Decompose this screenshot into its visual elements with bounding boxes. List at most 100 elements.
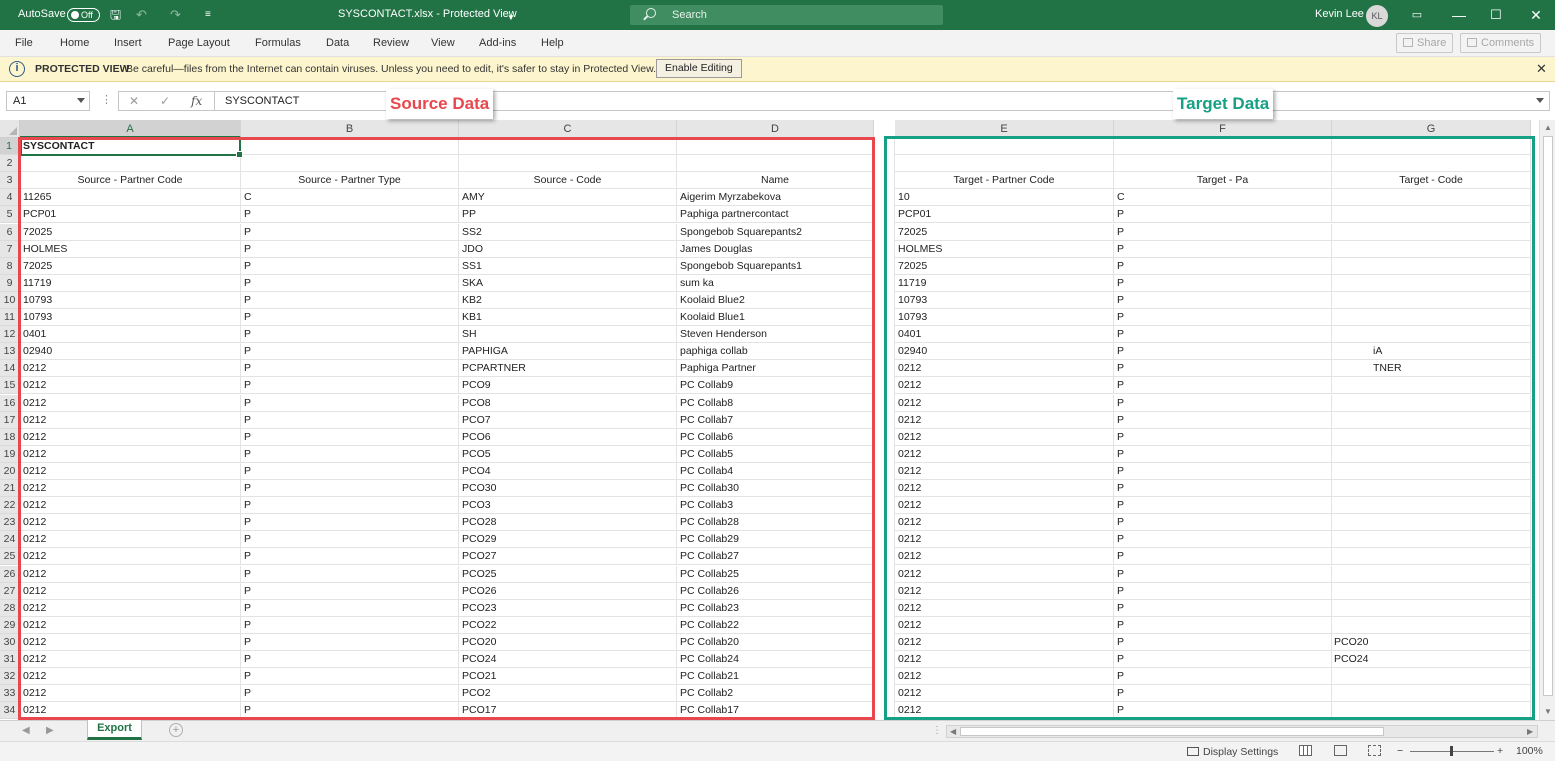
- table-cell[interactable]: PCO8: [459, 394, 677, 412]
- table-cell[interactable]: 0212: [20, 394, 241, 412]
- table-cell[interactable]: 0212: [20, 582, 241, 600]
- table-header-cell[interactable]: Target - Partner Code: [895, 172, 1114, 190]
- tab-page-layout[interactable]: Page Layout: [168, 37, 230, 49]
- table-cell[interactable]: Spongebob Squarepants1: [677, 257, 874, 275]
- page-layout-view-icon[interactable]: [1334, 745, 1347, 756]
- normal-view-icon[interactable]: [1299, 745, 1312, 756]
- table-cell[interactable]: P: [241, 326, 459, 344]
- table-header-cell[interactable]: Name: [677, 172, 874, 190]
- table-cell[interactable]: PCPARTNER: [459, 360, 677, 378]
- cell[interactable]: [1332, 138, 1531, 156]
- table-cell[interactable]: 0212: [20, 445, 241, 463]
- tab-review[interactable]: Review: [373, 37, 409, 49]
- table-cell[interactable]: P: [241, 411, 459, 429]
- table-cell[interactable]: 0212: [20, 565, 241, 583]
- table-cell[interactable]: 0212: [20, 497, 241, 515]
- table-cell[interactable]: Koolaid Blue2: [677, 291, 874, 309]
- table-cell[interactable]: PCP01: [895, 206, 1114, 224]
- table-cell[interactable]: PCO17: [459, 702, 677, 720]
- table-cell[interactable]: 0212: [20, 462, 241, 480]
- table-cell[interactable]: 0212: [895, 702, 1114, 720]
- table-cell[interactable]: PCO21: [459, 668, 677, 686]
- table-cell[interactable]: [1332, 685, 1531, 703]
- row-header[interactable]: 18: [0, 428, 20, 446]
- table-cell[interactable]: P: [241, 206, 459, 224]
- table-cell[interactable]: SS1: [459, 257, 677, 275]
- enable-editing-button[interactable]: Enable Editing: [656, 59, 742, 78]
- table-cell[interactable]: 72025: [895, 257, 1114, 275]
- table-cell[interactable]: James Douglas: [677, 240, 874, 258]
- table-cell[interactable]: PCO4: [459, 462, 677, 480]
- tab-help[interactable]: Help: [541, 37, 564, 49]
- enter-icon[interactable]: ✓: [160, 92, 170, 110]
- table-cell[interactable]: P: [241, 497, 459, 515]
- table-cell[interactable]: P: [241, 685, 459, 703]
- table-cell[interactable]: C: [1114, 189, 1332, 207]
- scroll-up-icon[interactable]: ▲: [1544, 123, 1552, 132]
- table-cell[interactable]: 0212: [20, 360, 241, 378]
- table-cell[interactable]: P: [1114, 531, 1332, 549]
- sheet-tab-export[interactable]: Export: [87, 720, 142, 740]
- table-cell[interactable]: paphiga collab: [677, 343, 874, 361]
- cell[interactable]: [1114, 138, 1332, 156]
- table-cell[interactable]: 10793: [20, 291, 241, 309]
- table-cell[interactable]: PC Collab20: [677, 633, 874, 651]
- table-cell[interactable]: 0212: [20, 599, 241, 617]
- close-icon[interactable]: ✕: [1526, 5, 1546, 25]
- table-cell[interactable]: 0212: [895, 497, 1114, 515]
- table-cell[interactable]: PC Collab7: [677, 411, 874, 429]
- table-cell[interactable]: [1332, 291, 1531, 309]
- table-cell[interactable]: P: [241, 668, 459, 686]
- table-cell[interactable]: [1332, 240, 1531, 258]
- table-cell[interactable]: Paphiga partnercontact: [677, 206, 874, 224]
- table-cell[interactable]: [1332, 257, 1531, 275]
- cell[interactable]: [20, 155, 241, 173]
- table-cell[interactable]: P: [1114, 257, 1332, 275]
- row-header[interactable]: 7: [0, 240, 20, 258]
- table-cell[interactable]: P: [1114, 668, 1332, 686]
- table-cell[interactable]: C: [241, 189, 459, 207]
- row-header[interactable]: 25: [0, 548, 20, 566]
- table-cell[interactable]: PC Collab25: [677, 565, 874, 583]
- cell[interactable]: [241, 155, 459, 173]
- table-cell[interactable]: P: [241, 377, 459, 395]
- horizontal-scrollbar[interactable]: ◀ ▶: [946, 725, 1538, 738]
- table-cell[interactable]: 72025: [20, 223, 241, 241]
- table-cell[interactable]: P: [1114, 206, 1332, 224]
- table-cell[interactable]: 0212: [20, 428, 241, 446]
- table-cell[interactable]: P: [1114, 326, 1332, 344]
- close-icon[interactable]: ✕: [1536, 61, 1547, 77]
- table-cell[interactable]: KB2: [459, 291, 677, 309]
- table-cell[interactable]: [1332, 616, 1531, 634]
- table-cell[interactable]: 02940: [20, 343, 241, 361]
- table-cell[interactable]: [1332, 480, 1531, 498]
- table-cell[interactable]: [1332, 189, 1531, 207]
- display-settings-button[interactable]: Display Settings: [1187, 746, 1278, 758]
- table-cell[interactable]: Spongebob Squarepants2: [677, 223, 874, 241]
- scroll-left-icon[interactable]: ◀: [950, 726, 956, 737]
- table-cell[interactable]: [1332, 411, 1531, 429]
- row-header[interactable]: 17: [0, 411, 20, 429]
- table-cell[interactable]: SKA: [459, 274, 677, 292]
- table-header-cell[interactable]: Source - Code: [459, 172, 677, 190]
- table-cell[interactable]: 72025: [895, 223, 1114, 241]
- cell[interactable]: [895, 138, 1114, 156]
- table-cell[interactable]: 11719: [895, 274, 1114, 292]
- row-header[interactable]: 28: [0, 599, 20, 617]
- table-cell[interactable]: P: [241, 514, 459, 532]
- row-header[interactable]: 33: [0, 685, 20, 703]
- scroll-right-icon[interactable]: ▶: [1527, 726, 1533, 737]
- table-cell[interactable]: 0212: [20, 411, 241, 429]
- table-cell[interactable]: PC Collab21: [677, 668, 874, 686]
- table-cell[interactable]: P: [241, 582, 459, 600]
- table-cell[interactable]: 0212: [20, 377, 241, 395]
- table-header-cell[interactable]: Source - Partner Code: [20, 172, 241, 190]
- table-cell[interactable]: PCO25: [459, 565, 677, 583]
- table-cell[interactable]: PC Collab26: [677, 582, 874, 600]
- row-header[interactable]: 5: [0, 206, 20, 224]
- table-cell[interactable]: [1332, 582, 1531, 600]
- comments-button[interactable]: Comments: [1460, 33, 1542, 53]
- tab-data[interactable]: Data: [326, 37, 349, 49]
- table-cell[interactable]: [1332, 497, 1531, 515]
- table-cell[interactable]: 0212: [895, 531, 1114, 549]
